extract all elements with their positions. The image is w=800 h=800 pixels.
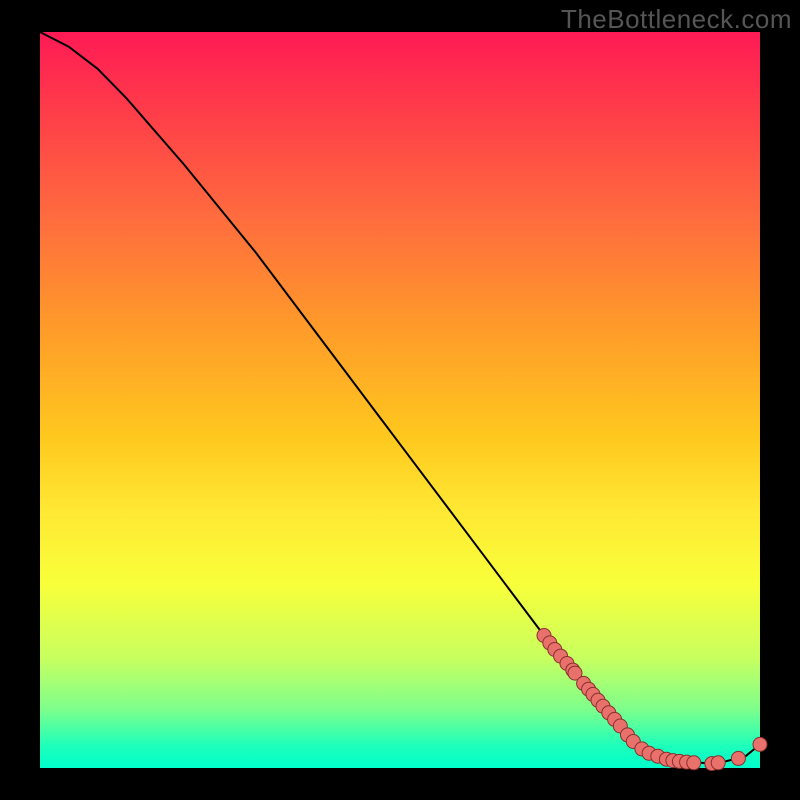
- watermark-label: TheBottleneck.com: [561, 4, 792, 35]
- chart-overlay: [40, 32, 760, 768]
- chart-frame: TheBottleneck.com: [0, 0, 800, 800]
- data-marker: [687, 756, 701, 770]
- data-marker: [731, 751, 745, 765]
- data-marker: [753, 737, 767, 751]
- bottleneck-curve-line: [40, 32, 760, 764]
- data-marker: [711, 756, 725, 770]
- data-markers-group: [537, 629, 767, 771]
- plot-area: [40, 32, 760, 768]
